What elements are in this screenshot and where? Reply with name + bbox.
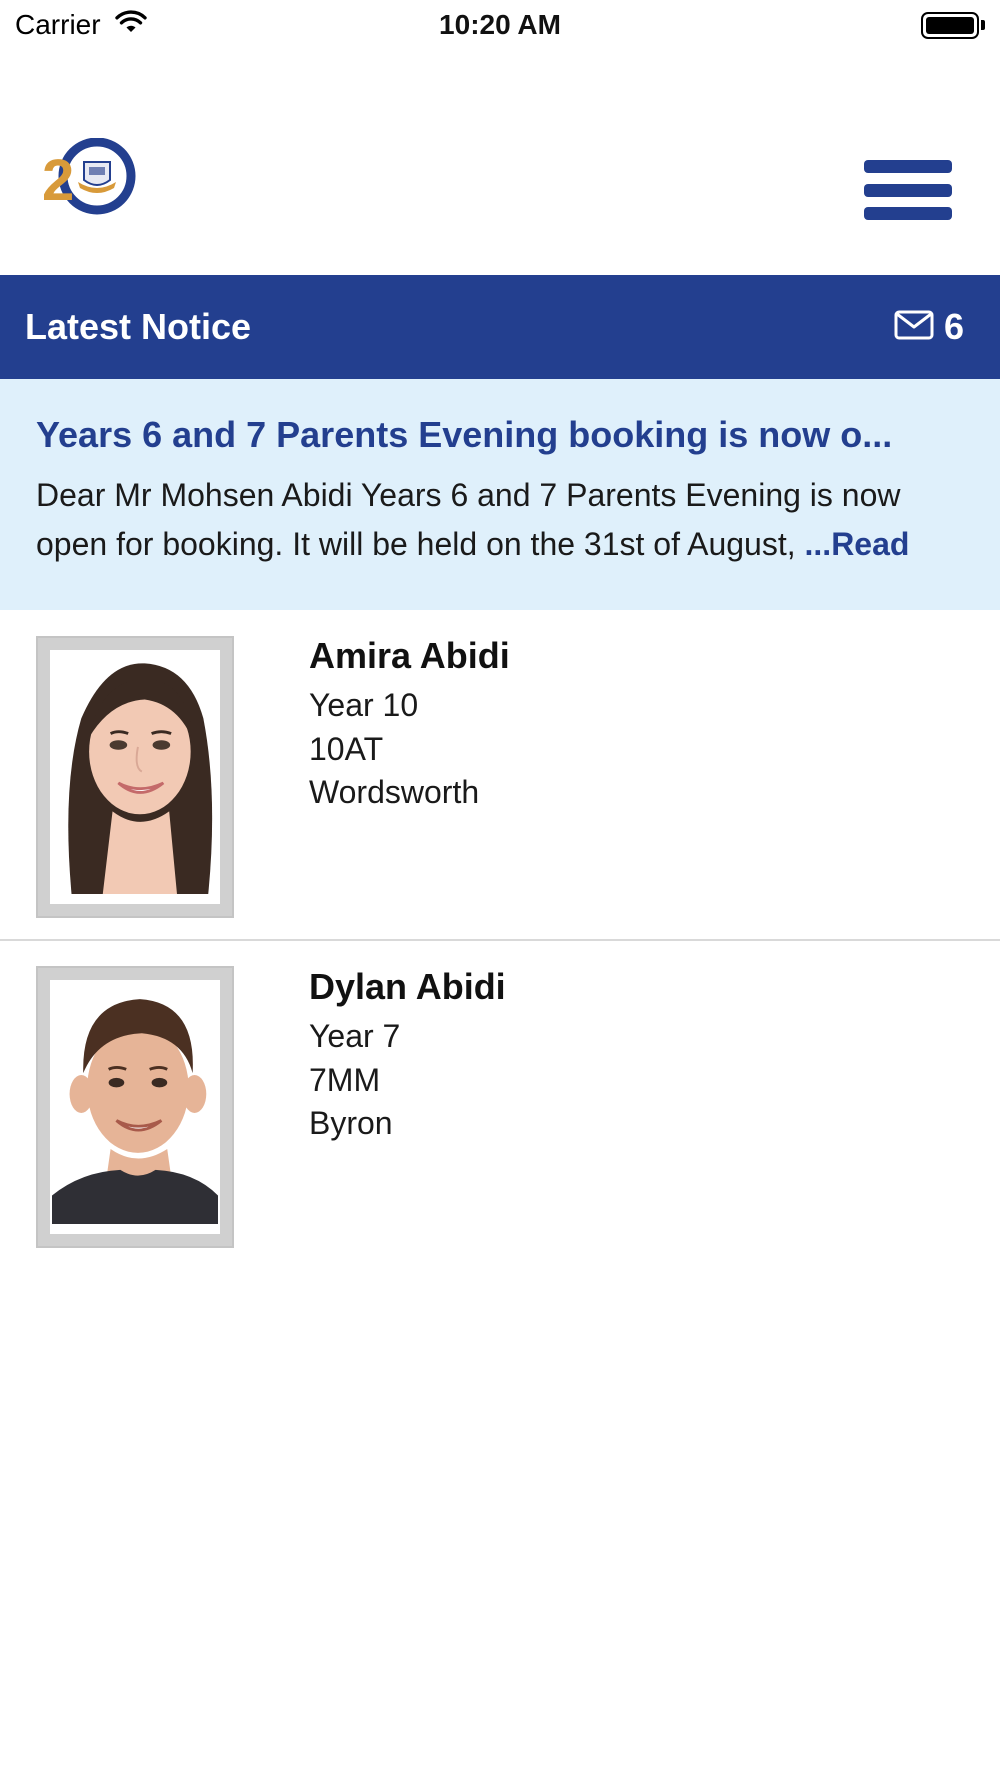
student-house: Byron — [309, 1105, 393, 1141]
notice-count: 6 — [943, 306, 964, 347]
carrier-label: Carrier — [15, 9, 101, 40]
status-left: Carrier — [15, 9, 147, 41]
student-photo — [36, 966, 234, 1248]
envelope-icon — [894, 310, 934, 345]
student-form: 10AT — [309, 730, 384, 767]
student-row[interactable]: Amira Abidi Year 10 10AT Wordsworth — [0, 610, 1000, 940]
student-name: Dylan Abidi — [309, 966, 506, 1007]
menu-bar-bottom — [864, 207, 952, 220]
student-info: Amira Abidi Year 10 10AT Wordsworth — [309, 634, 510, 815]
notice-body-text: Dear Mr Mohsen Abidi Years 6 and 7 Paren… — [36, 477, 901, 562]
app-header: 2 — [0, 110, 1000, 260]
notice-card[interactable]: Years 6 and 7 Parents Evening booking is… — [0, 379, 1000, 610]
notice-body: Dear Mr Mohsen Abidi Years 6 and 7 Paren… — [36, 471, 966, 569]
student-year: Year 7 — [309, 1018, 401, 1054]
notice-inbox-button[interactable]: 6 — [894, 306, 964, 348]
menu-bar-top — [864, 160, 952, 173]
notice-headline: Years 6 and 7 Parents Evening booking is… — [36, 414, 893, 455]
battery-icon — [921, 11, 985, 39]
student-portrait-image — [52, 652, 218, 894]
latest-notice-title: Latest Notice — [25, 306, 252, 347]
student-year: Year 10 — [309, 687, 419, 723]
student-form: 7MM — [309, 1061, 381, 1098]
student-house: Wordsworth — [309, 774, 480, 810]
student-name: Amira Abidi — [309, 635, 510, 676]
student-portrait-image — [52, 982, 218, 1224]
status-bar: Carrier — [0, 0, 1000, 50]
hamburger-menu-button[interactable] — [862, 150, 954, 230]
latest-notice-bar: Latest Notice 6 — [0, 275, 1000, 379]
school-logo[interactable]: 2 — [40, 137, 150, 228]
student-photo — [36, 636, 234, 918]
student-row[interactable]: Dylan Abidi Year 7 7MM Byron — [0, 941, 1000, 1271]
read-more-link[interactable]: ...Read — [805, 526, 910, 562]
student-info: Dylan Abidi Year 7 7MM Byron — [309, 965, 506, 1146]
logo-numeral: 2 — [42, 148, 74, 213]
menu-bar-middle — [864, 183, 952, 197]
wifi-icon — [114, 9, 147, 41]
app-screen: Carrier 10:20 AM 2 Latest Notice 6 Years… — [0, 0, 1000, 1778]
